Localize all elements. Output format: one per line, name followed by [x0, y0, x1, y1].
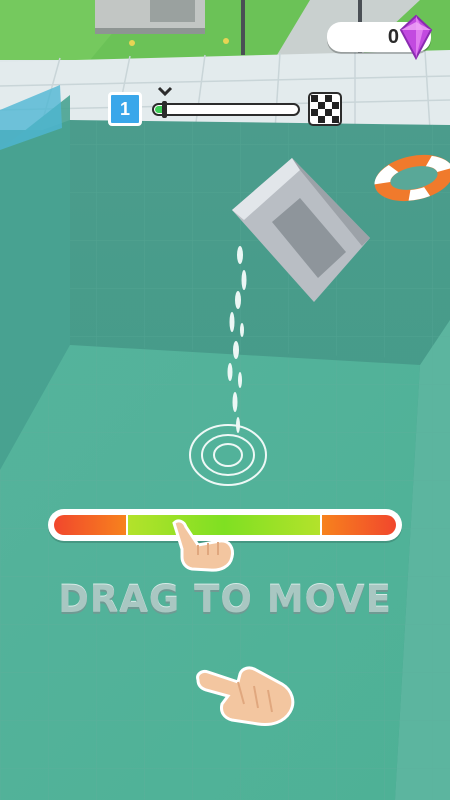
checkered-flag-icon [308, 92, 342, 126]
meter-zone-red-right [322, 515, 396, 535]
chevron-down-icon [157, 86, 173, 97]
pointing-hand-icon [172, 519, 234, 572]
drag-to-move-hint: DRAG TO MOVE [58, 578, 392, 621]
pink-diamond-icon [399, 14, 433, 60]
pointing-hand-icon [196, 666, 295, 726]
level-progress-bar [152, 103, 300, 116]
gem-count: 0 [387, 26, 399, 48]
building [95, 0, 205, 34]
progress-pin [162, 101, 167, 118]
meter-zone-red-left [54, 515, 126, 535]
level-badge: 1 [108, 92, 142, 126]
